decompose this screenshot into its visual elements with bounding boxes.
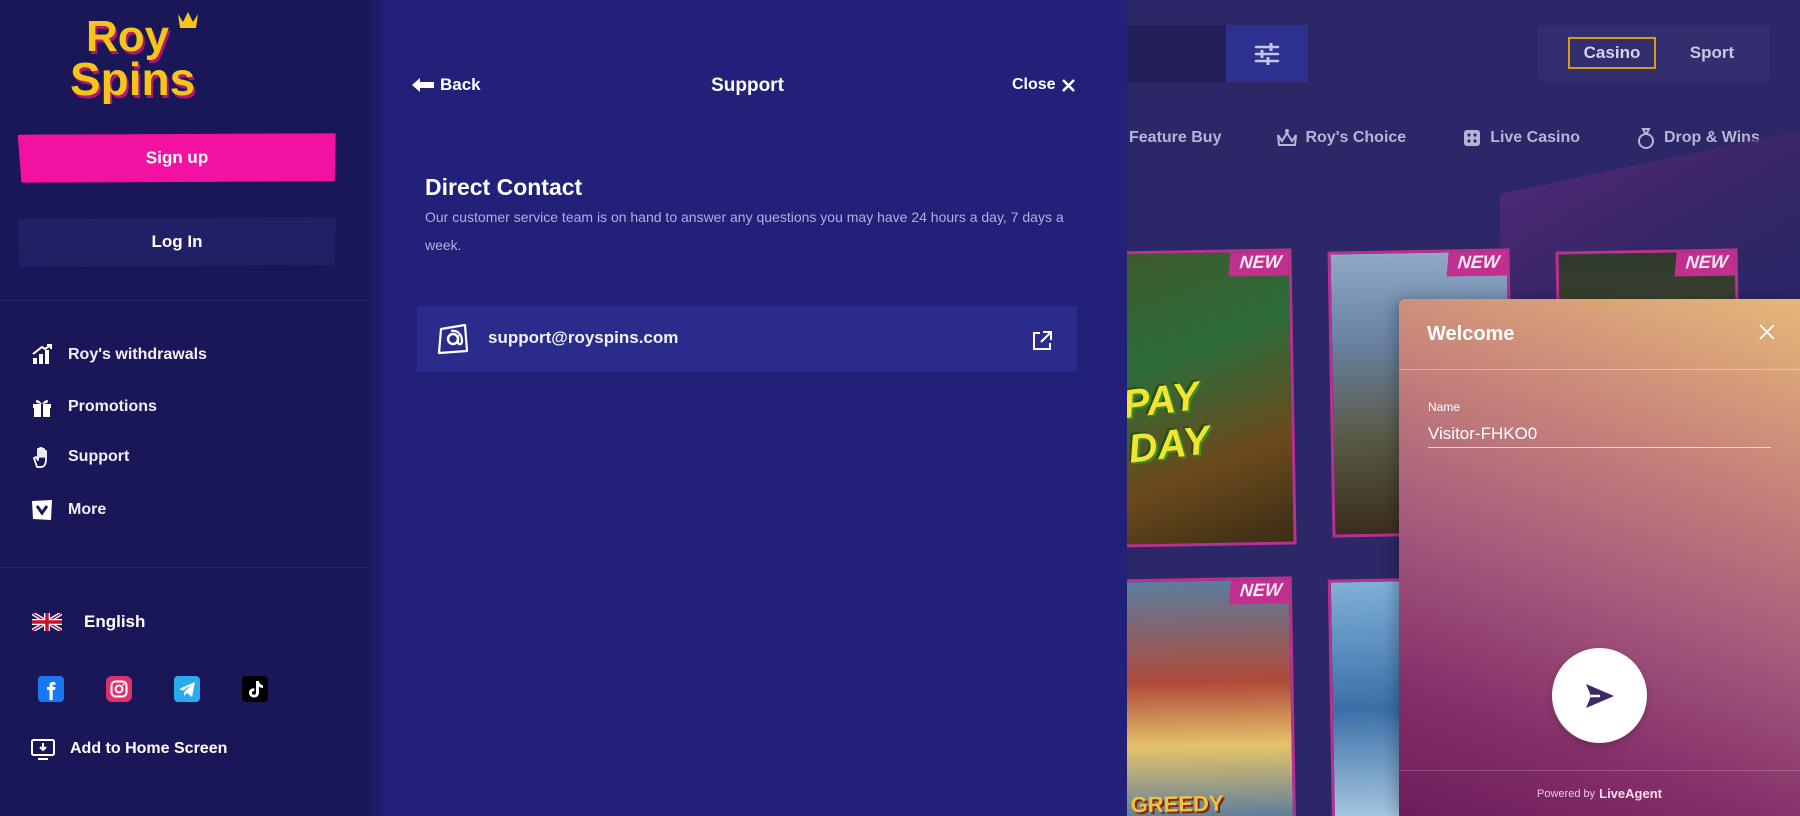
telegram-icon[interactable] (174, 676, 200, 702)
chevron-box-icon (32, 500, 52, 520)
category-label: Roy's Choice (1305, 129, 1407, 146)
support-panel (369, 0, 1127, 816)
panel-shadow (369, 0, 389, 816)
new-badge: NEW (1228, 576, 1294, 605)
close-icon (1061, 78, 1075, 92)
at-sign-icon (437, 323, 469, 355)
game-title: GREEDY ALICE (1130, 790, 1224, 816)
casino-sport-switch: Casino Sport (1538, 25, 1770, 81)
name-field[interactable] (1428, 420, 1771, 448)
section-description: Our customer service team is on hand to … (425, 209, 1064, 253)
category-label: Feature Buy (1129, 129, 1222, 146)
chat-title: Welcome (1427, 323, 1515, 345)
email-contact-row[interactable]: support@royspins.com (417, 306, 1077, 372)
dice-icon (1464, 130, 1481, 146)
close-label: Close (1012, 76, 1056, 93)
new-badge: NEW (1446, 248, 1511, 277)
main-sidebar: Roy Roy Spins Spins Sign up Log In Roy's… (0, 0, 369, 816)
nav-more[interactable]: More (30, 495, 106, 525)
sliders-icon (1254, 42, 1280, 65)
signup-button[interactable]: Sign up (18, 131, 337, 184)
facebook-icon[interactable] (38, 676, 64, 702)
send-icon (1585, 683, 1614, 708)
money-bag-icon (1638, 128, 1654, 149)
royspins-logo[interactable]: Roy Roy Spins Spins (70, 8, 290, 104)
add-home-label: Add to Home Screen (70, 740, 228, 757)
support-email[interactable]: support@royspins.com (488, 328, 678, 348)
game-tile-pay-day[interactable]: PAY DAY NEW (1109, 248, 1297, 548)
tiktok-icon[interactable] (242, 676, 268, 702)
social-links (38, 676, 268, 702)
filter-button[interactable] (1226, 25, 1308, 82)
install-icon (31, 739, 55, 760)
chart-up-icon (32, 344, 52, 364)
section-title: Direct Contact (425, 174, 583, 200)
liveagent-chat-widget: Welcome Name Powered by LiveAgent (1399, 299, 1800, 816)
powered-by-label: Powered by (1537, 787, 1596, 800)
hand-icon (33, 447, 47, 468)
liveagent-brand[interactable]: LiveAgent (1599, 786, 1662, 801)
back-button[interactable]: Back (412, 75, 481, 95)
game-art (1112, 579, 1294, 816)
chat-footer: Powered by LiveAgent (1399, 770, 1800, 816)
nav-label: More (68, 501, 107, 518)
chat-header: Welcome (1399, 299, 1800, 370)
add-to-home-screen[interactable]: Add to Home Screen (30, 737, 227, 761)
name-field-label: Name (1428, 400, 1461, 414)
category-roys-choice[interactable]: Roy's Choice (1276, 127, 1406, 149)
close-button[interactable]: Close (1012, 76, 1075, 94)
nav-label: Roy's withdrawals (68, 346, 207, 363)
sport-mode-button[interactable]: Sport (1668, 37, 1756, 69)
divider (0, 300, 369, 301)
crown-icon (1277, 129, 1298, 146)
language-label: English (84, 612, 146, 631)
nav-promotions[interactable]: Promotions (30, 392, 157, 422)
language-selector[interactable]: English (32, 612, 145, 632)
casino-mode-button[interactable]: Casino (1568, 37, 1656, 69)
login-button[interactable]: Log In (18, 217, 336, 267)
external-link-icon[interactable] (1031, 330, 1053, 352)
svg-text:Spins: Spins (70, 53, 195, 104)
arrow-left-icon (412, 78, 434, 92)
divider (0, 567, 369, 568)
instagram-icon[interactable] (106, 676, 132, 702)
nav-label: Support (68, 448, 130, 465)
gift-icon (33, 400, 51, 417)
game-tile-greedy-alice[interactable]: GREEDY ALICE NEW (1109, 576, 1297, 816)
close-icon[interactable] (1759, 324, 1775, 340)
category-live-casino[interactable]: Live Casino (1461, 127, 1580, 149)
new-badge: NEW (1674, 248, 1739, 277)
page-title: Support (711, 75, 784, 96)
nav-label: Promotions (68, 398, 157, 415)
send-button[interactable] (1552, 648, 1647, 743)
nav-support[interactable]: Support (30, 442, 129, 472)
category-bar: Feature Buy Roy's Choice Live Casino Dro… (1100, 124, 1760, 152)
nav-roys-withdrawals[interactable]: Roy's withdrawals (30, 340, 207, 370)
back-label: Back (440, 75, 481, 94)
uk-flag-icon (32, 613, 62, 631)
new-badge: NEW (1228, 248, 1293, 277)
category-label: Live Casino (1490, 129, 1580, 146)
